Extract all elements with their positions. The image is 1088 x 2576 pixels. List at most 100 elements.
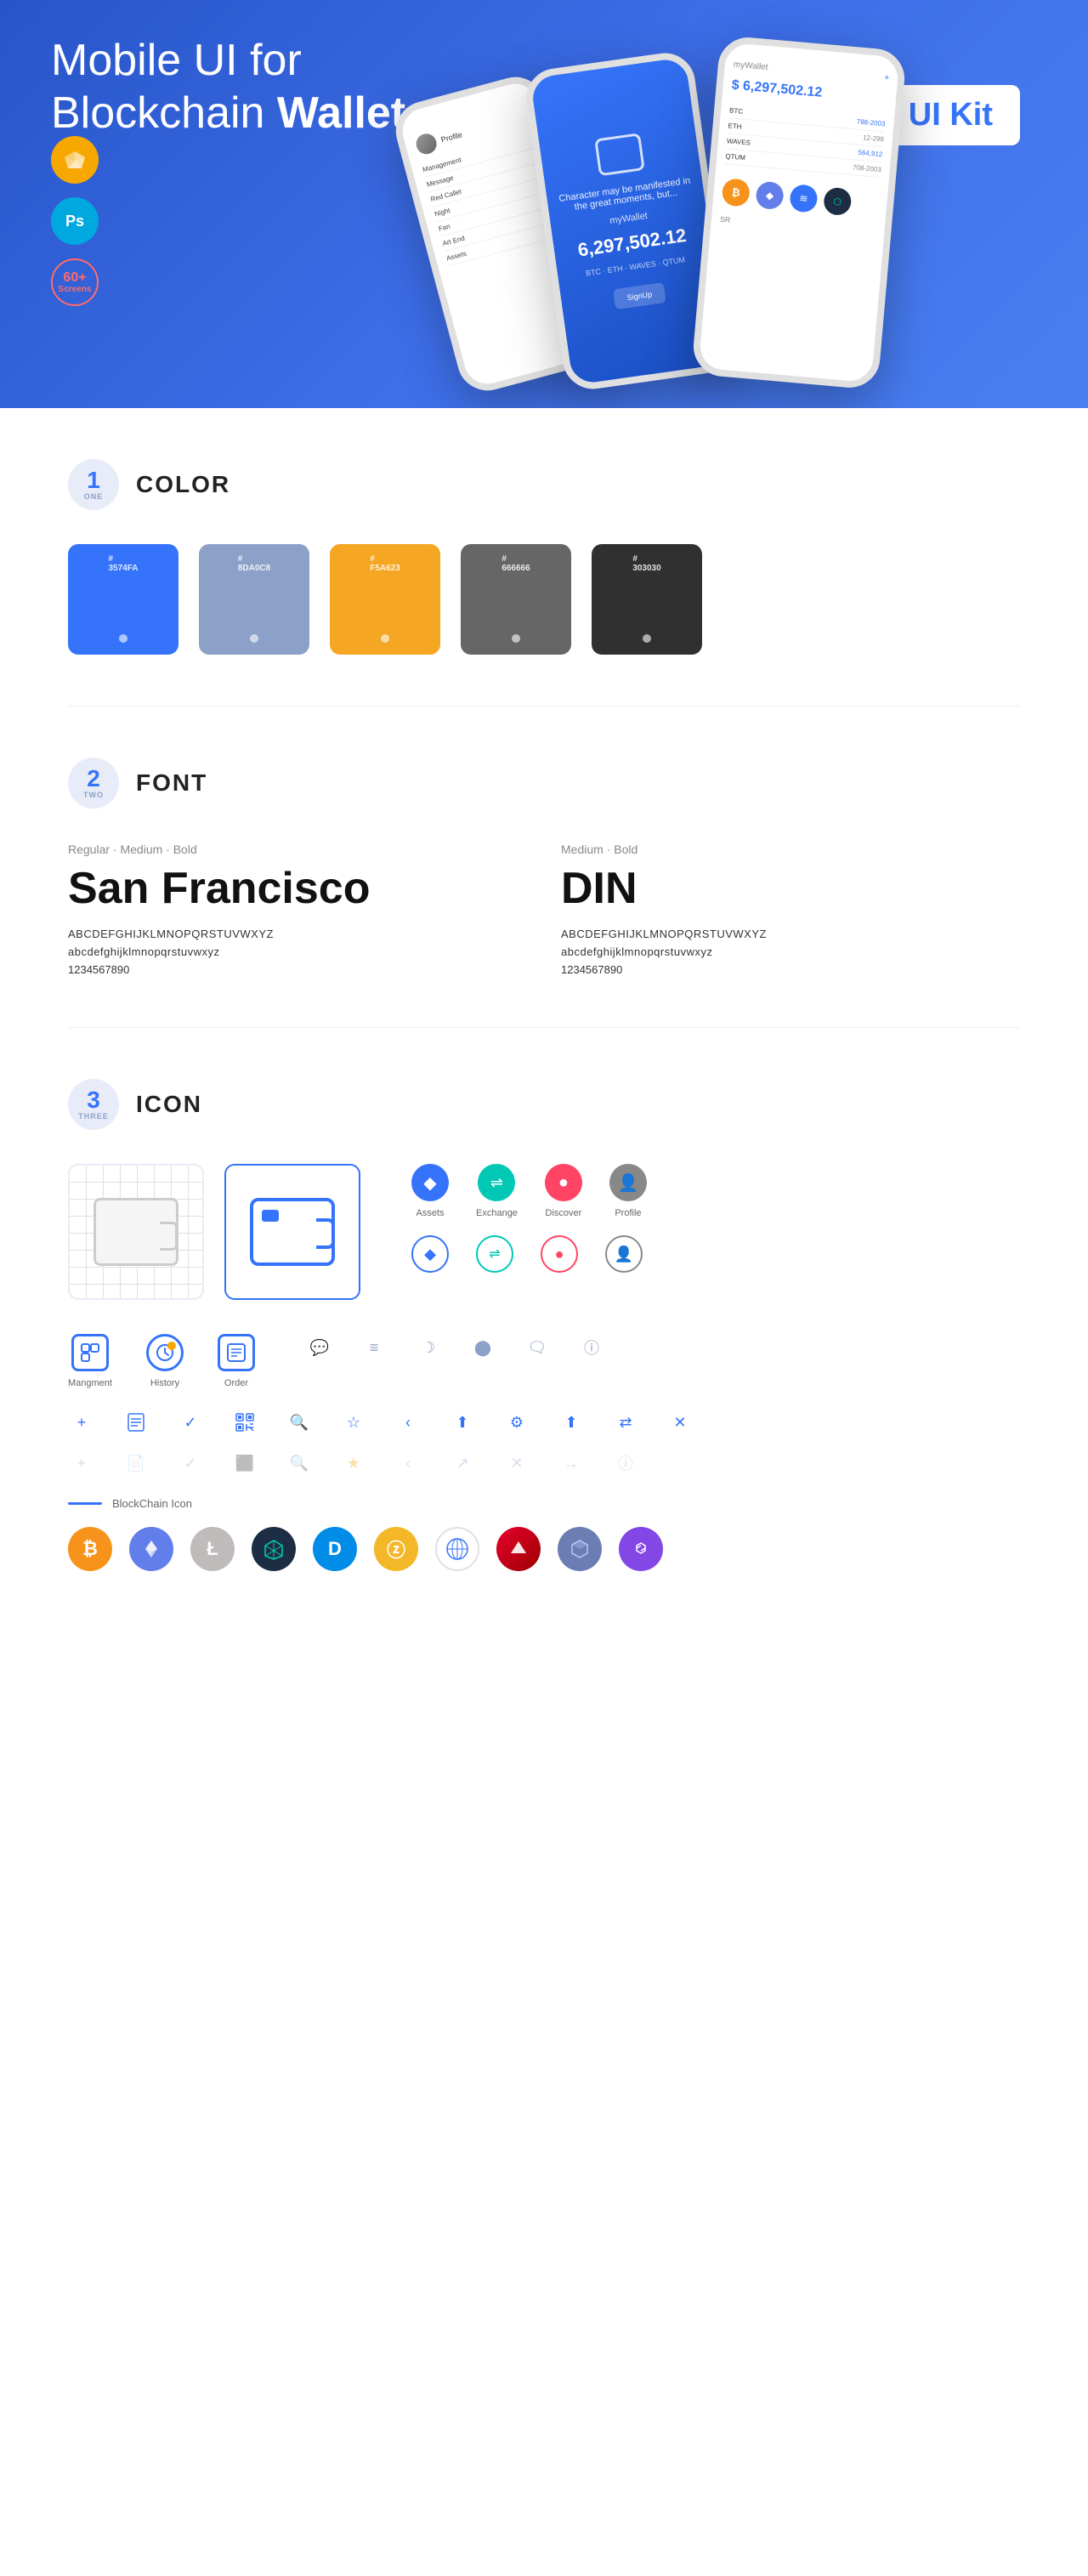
qr-icon-gray: ⬛ xyxy=(231,1450,258,1477)
history-icon xyxy=(146,1334,184,1371)
grid-icon xyxy=(435,1527,479,1571)
profile-icon: 👤 xyxy=(609,1164,647,1201)
wallet-filled-icon-box xyxy=(224,1164,360,1300)
star-icon: ☆ xyxy=(340,1409,367,1436)
dash-icon: D xyxy=(313,1527,357,1571)
history-dot xyxy=(167,1342,176,1350)
order-icon xyxy=(218,1334,255,1371)
eth-icon xyxy=(129,1527,173,1571)
font-din: Medium · Bold DIN ABCDEFGHIJKLMNOPQRSTUV… xyxy=(561,843,1020,976)
check-icon: ✓ xyxy=(177,1409,204,1436)
icon-title: ICON xyxy=(136,1091,202,1118)
discover-icon: ● xyxy=(545,1164,582,1201)
zcash-icon: ⓩ xyxy=(374,1527,418,1571)
font-din-numbers: 1234567890 xyxy=(561,963,1020,976)
font-din-upper: ABCDEFGHIJKLMNOPQRSTUVWXYZ xyxy=(561,928,1020,940)
search-icon-gray: 🔍 xyxy=(286,1450,313,1477)
wallet-outline-icon-box xyxy=(68,1164,204,1300)
icon-section-header: 3 THREE ICON xyxy=(68,1079,1020,1130)
polygon-icon xyxy=(619,1527,663,1571)
search-icon: 🔍 xyxy=(286,1409,313,1436)
blockchain-line xyxy=(68,1502,102,1505)
hero-section: Mobile UI for Blockchain Wallet UI Kit P… xyxy=(0,0,1088,408)
ark-icon xyxy=(496,1527,541,1571)
plus-icon-gray: + xyxy=(68,1450,95,1477)
bottom-nav-icons: Mangment History xyxy=(68,1334,255,1388)
color-swatch-slate: #8DA0C8 xyxy=(199,544,309,655)
assets-label: Assets xyxy=(416,1208,444,1218)
font-sf: Regular · Medium · Bold San Francisco AB… xyxy=(68,843,527,976)
back-icon-gray: ‹ xyxy=(394,1450,422,1477)
swap-icon: ⇄ xyxy=(612,1409,639,1436)
back-icon: ‹ xyxy=(394,1409,422,1436)
exchange-icon-group: ⇌ Exchange xyxy=(476,1164,518,1218)
order-label: Order xyxy=(224,1378,248,1388)
font-sf-name: San Francisco xyxy=(68,863,527,914)
order-icon-group: Order xyxy=(218,1334,255,1388)
settings-icon: ⚙ xyxy=(503,1409,530,1436)
color-section: 1 ONE COLOR #3574FA #8DA0C8 #F5A623 #666… xyxy=(0,408,1088,706)
assets-icon-group: ◆ Assets xyxy=(411,1164,449,1218)
wallet-filled-icon xyxy=(250,1198,335,1266)
discover-icon-group: ● Discover xyxy=(545,1164,582,1218)
blockchain-label: BlockChain Icon xyxy=(112,1497,192,1510)
circle-icon: ⬤ xyxy=(469,1334,496,1361)
stone-icon xyxy=(558,1527,602,1571)
phone-mockups: Profile Management Message Red Callet Ni… xyxy=(408,34,1088,408)
blockchain-label-row: BlockChain Icon xyxy=(68,1497,1020,1510)
moon-icon: ☽ xyxy=(415,1334,442,1361)
management-label: Mangment xyxy=(68,1378,112,1388)
color-swatches: #3574FA #8DA0C8 #F5A623 #666666 #303030 xyxy=(68,544,1020,655)
history-label: History xyxy=(150,1378,179,1388)
font-title: FONT xyxy=(136,769,207,797)
wallet-outline-icon xyxy=(94,1198,178,1266)
star-icon-filled: ★ xyxy=(340,1450,367,1477)
discover-label: Discover xyxy=(546,1208,582,1218)
font-grid: Regular · Medium · Bold San Francisco AB… xyxy=(68,843,1020,976)
color-section-number: 1 ONE xyxy=(68,459,119,510)
icon-section: 3 THREE ICON ◆ As xyxy=(0,1028,1088,1622)
color-section-header: 1 ONE COLOR xyxy=(68,459,1020,510)
font-sf-style: Regular · Medium · Bold xyxy=(68,843,527,856)
profile-icon-outline: 👤 xyxy=(605,1235,643,1273)
doc-icon-gray: 📄 xyxy=(122,1450,150,1477)
color-swatch-gray: #666666 xyxy=(461,544,571,655)
share-icon: ⬆ xyxy=(449,1409,476,1436)
color-title: COLOR xyxy=(136,471,230,498)
crypto-icons-row: ₿ Ł D ⓩ xyxy=(68,1527,1020,1571)
font-section-header: 2 TWO FONT xyxy=(68,757,1020,809)
exchange-label: Exchange xyxy=(476,1208,518,1218)
profile-label: Profile xyxy=(615,1208,641,1218)
font-sf-numbers: 1234567890 xyxy=(68,963,527,976)
colored-nav-icons: ◆ Assets ⇌ Exchange ● Discover 👤 Profile xyxy=(411,1164,647,1273)
info-icon-gray: ⓘ xyxy=(612,1450,639,1477)
ltc-icon: Ł xyxy=(190,1527,235,1571)
check-icon-gray: ✓ xyxy=(177,1450,204,1477)
phone-right: myWallet + $ 6,297,502.12 BTC788-2003 ET… xyxy=(691,35,907,390)
hero-icons: Ps 60+ Screens xyxy=(51,136,99,306)
font-sf-lower: abcdefghijklmnopqrstuvwxyz xyxy=(68,945,527,958)
sketch-icon xyxy=(51,136,99,184)
burst-icon xyxy=(252,1527,296,1571)
share-icon-gray: ↗ xyxy=(449,1450,476,1477)
export-icon: ⬆ xyxy=(558,1409,585,1436)
font-section-number: 2 TWO xyxy=(68,757,119,809)
stack-icon: ≡ xyxy=(360,1334,388,1361)
plus-icon: + xyxy=(68,1409,95,1436)
icon-section-number: 3 THREE xyxy=(68,1079,119,1130)
color-swatch-blue: #3574FA xyxy=(68,544,178,655)
forward-icon-gray: → xyxy=(558,1450,585,1477)
wallet-icon-showcase xyxy=(68,1164,360,1300)
close-icon: ✕ xyxy=(666,1409,694,1436)
tool-icons-row2: + 📄 ✓ ⬛ 🔍 ★ ‹ ↗ ✕ → ⓘ xyxy=(68,1450,1020,1477)
management-icon-group: Mangment xyxy=(68,1334,112,1388)
font-din-name: DIN xyxy=(561,863,1020,914)
chat-icon: 💬 xyxy=(306,1334,333,1361)
doc-icon xyxy=(122,1409,150,1436)
tool-icons-section: + ✓ 🔍 ☆ ‹ ⬆ ⚙ ⬆ ⇄ ✕ + 📄 ✓ ⬛ 🔍 ★ ‹ ↗ xyxy=(68,1409,1020,1477)
tool-icons-row1: + ✓ 🔍 ☆ ‹ ⬆ ⚙ ⬆ ⇄ ✕ xyxy=(68,1409,1020,1436)
profile-icon-group: 👤 Profile xyxy=(609,1164,647,1218)
management-icon xyxy=(71,1334,109,1371)
screens-badge: 60+ Screens xyxy=(51,258,99,306)
x-icon-gray: ✕ xyxy=(503,1450,530,1477)
